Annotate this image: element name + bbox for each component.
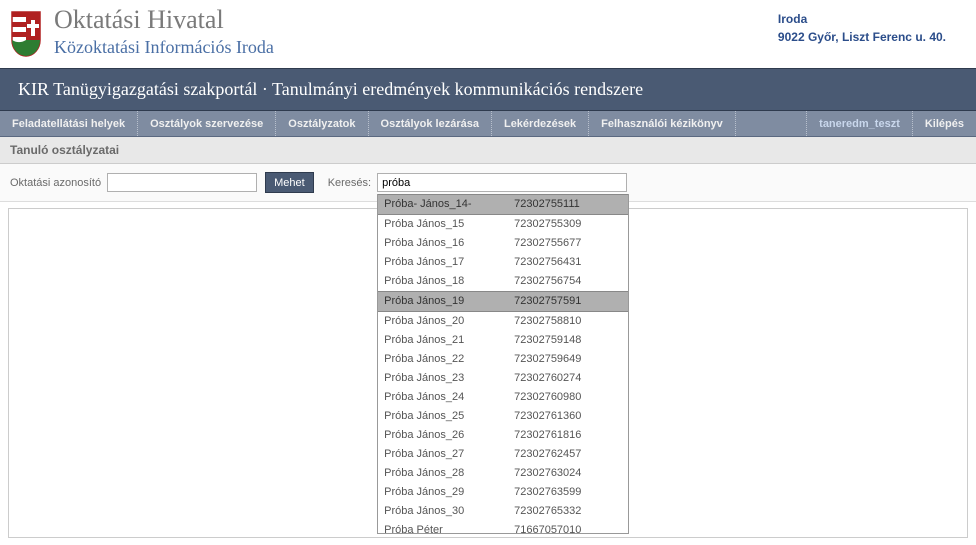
autocomplete-item[interactable]: Próba János_2272302759649 [378, 350, 628, 369]
search-input[interactable] [377, 173, 627, 192]
autocomplete-item-name: Próba János_27 [384, 447, 514, 462]
autocomplete-item-name: Próba János_16 [384, 236, 514, 251]
autocomplete-item[interactable]: Próba János_2172302759148 [378, 331, 628, 350]
autocomplete-item[interactable]: Próba János_2872302763024 [378, 464, 628, 483]
autocomplete-item[interactable]: Próba János_2772302762457 [378, 445, 628, 464]
autocomplete-item-name: Próba János_28 [384, 466, 514, 481]
autocomplete-item[interactable]: Próba Péter71667057010 [378, 521, 628, 534]
autocomplete-item-name: Próba- János_14- [384, 197, 514, 212]
org-name: Iroda [778, 10, 946, 28]
autocomplete-item-id: 72302759649 [514, 352, 622, 367]
autocomplete-item-name: Próba János_18 [384, 274, 514, 289]
autocomplete-item[interactable]: Próba János_2972302763599 [378, 483, 628, 502]
nav-item-grades[interactable]: Osztályzatok [276, 111, 368, 136]
autocomplete-item-name: Próba János_25 [384, 409, 514, 424]
autocomplete-item-id: 72302756754 [514, 274, 622, 289]
autocomplete-item[interactable]: Próba János_2372302760274 [378, 369, 628, 388]
autocomplete-item-id: 72302757591 [514, 294, 622, 309]
autocomplete-item-id: 72302765332 [514, 504, 622, 519]
nav-username: taneredm_teszt [806, 111, 913, 136]
nav-bar: Feladatellátási helyek Osztályok szervez… [0, 111, 976, 137]
autocomplete-item-id: 72302758810 [514, 314, 622, 329]
autocomplete-item-id: 72302762457 [514, 447, 622, 462]
autocomplete-item[interactable]: Próba János_1772302756431 [378, 253, 628, 272]
autocomplete-item[interactable]: Próba János_2472302760980 [378, 388, 628, 407]
id-input[interactable] [107, 173, 257, 192]
autocomplete-item[interactable]: Próba- János_14-72302755111 [378, 194, 628, 215]
nav-item-locations[interactable]: Feladatellátási helyek [0, 111, 138, 136]
autocomplete-item-name: Próba János_20 [384, 314, 514, 329]
autocomplete-item-name: Próba János_15 [384, 217, 514, 232]
autocomplete-item-name: Próba János_29 [384, 485, 514, 500]
autocomplete-item[interactable]: Próba János_2672302761816 [378, 426, 628, 445]
autocomplete-item-id: 72302755309 [514, 217, 622, 232]
org-info: Iroda 9022 Győr, Liszt Ferenc u. 40. [778, 6, 966, 46]
nav-spacer [736, 111, 806, 136]
autocomplete-item-name: Próba János_21 [384, 333, 514, 348]
autocomplete-item-id: 72302759148 [514, 333, 622, 348]
autocomplete-item-id: 72302755111 [514, 197, 622, 212]
autocomplete-item[interactable]: Próba János_1672302755677 [378, 234, 628, 253]
autocomplete-item-id: 72302755677 [514, 236, 622, 251]
autocomplete-item-id: 72302760980 [514, 390, 622, 405]
autocomplete-item[interactable]: Próba János_1572302755309 [378, 215, 628, 234]
autocomplete-item-name: Próba János_23 [384, 371, 514, 386]
autocomplete-item-name: Próba János_17 [384, 255, 514, 270]
autocomplete-item[interactable]: Próba János_2572302761360 [378, 407, 628, 426]
autocomplete-item-name: Próba János_26 [384, 428, 514, 443]
nav-item-class-close[interactable]: Osztályok lezárása [369, 111, 492, 136]
autocomplete-item-name: Próba János_24 [384, 390, 514, 405]
autocomplete-item-id: 72302760274 [514, 371, 622, 386]
autocomplete-item-id: 72302761816 [514, 428, 622, 443]
title-block: Oktatási Hivatal Közoktatási Információs… [54, 6, 778, 58]
autocomplete-item-name: Próba János_19 [384, 294, 514, 309]
autocomplete-item-id: 72302756431 [514, 255, 622, 270]
nav-logout[interactable]: Kilépés [913, 111, 976, 136]
site-title: Oktatási Hivatal [54, 6, 778, 35]
filter-row: Oktatási azonosító Mehet Keresés: Próba-… [0, 164, 976, 202]
autocomplete-item-id: 72302763599 [514, 485, 622, 500]
org-address: 9022 Győr, Liszt Ferenc u. 40. [778, 28, 946, 46]
autocomplete-item-id: 72302763024 [514, 466, 622, 481]
search-label: Keresés: [328, 177, 371, 189]
autocomplete-dropdown: Próba- János_14-72302755111Próba János_1… [377, 194, 629, 534]
id-label: Oktatási azonosító [10, 177, 101, 189]
autocomplete-item[interactable]: Próba János_1972302757591 [378, 291, 628, 312]
nav-item-queries[interactable]: Lekérdezések [492, 111, 589, 136]
crest-icon [10, 10, 42, 58]
go-button[interactable]: Mehet [265, 172, 314, 193]
nav-item-class-org[interactable]: Osztályok szervezése [138, 111, 276, 136]
autocomplete-item-name: Próba János_22 [384, 352, 514, 367]
autocomplete-item-name: Próba Péter [384, 523, 514, 534]
section-title: Tanuló osztályzatai [0, 137, 976, 164]
header: Oktatási Hivatal Közoktatási Információs… [0, 0, 976, 68]
autocomplete-item-id: 72302761360 [514, 409, 622, 424]
autocomplete-item-name: Próba János_30 [384, 504, 514, 519]
autocomplete-item[interactable]: Próba János_2072302758810 [378, 312, 628, 331]
site-subtitle: Közoktatási Információs Iroda [54, 37, 778, 58]
autocomplete-item[interactable]: Próba János_3072302765332 [378, 502, 628, 521]
portal-title-bar: KIR Tanügyigazgatási szakportál · Tanulm… [0, 68, 976, 111]
search-wrap: Próba- János_14-72302755111Próba János_1… [377, 173, 627, 192]
autocomplete-item[interactable]: Próba János_1872302756754 [378, 272, 628, 291]
autocomplete-item-id: 71667057010 [514, 523, 622, 534]
nav-item-manual[interactable]: Felhasználói kézikönyv [589, 111, 736, 136]
